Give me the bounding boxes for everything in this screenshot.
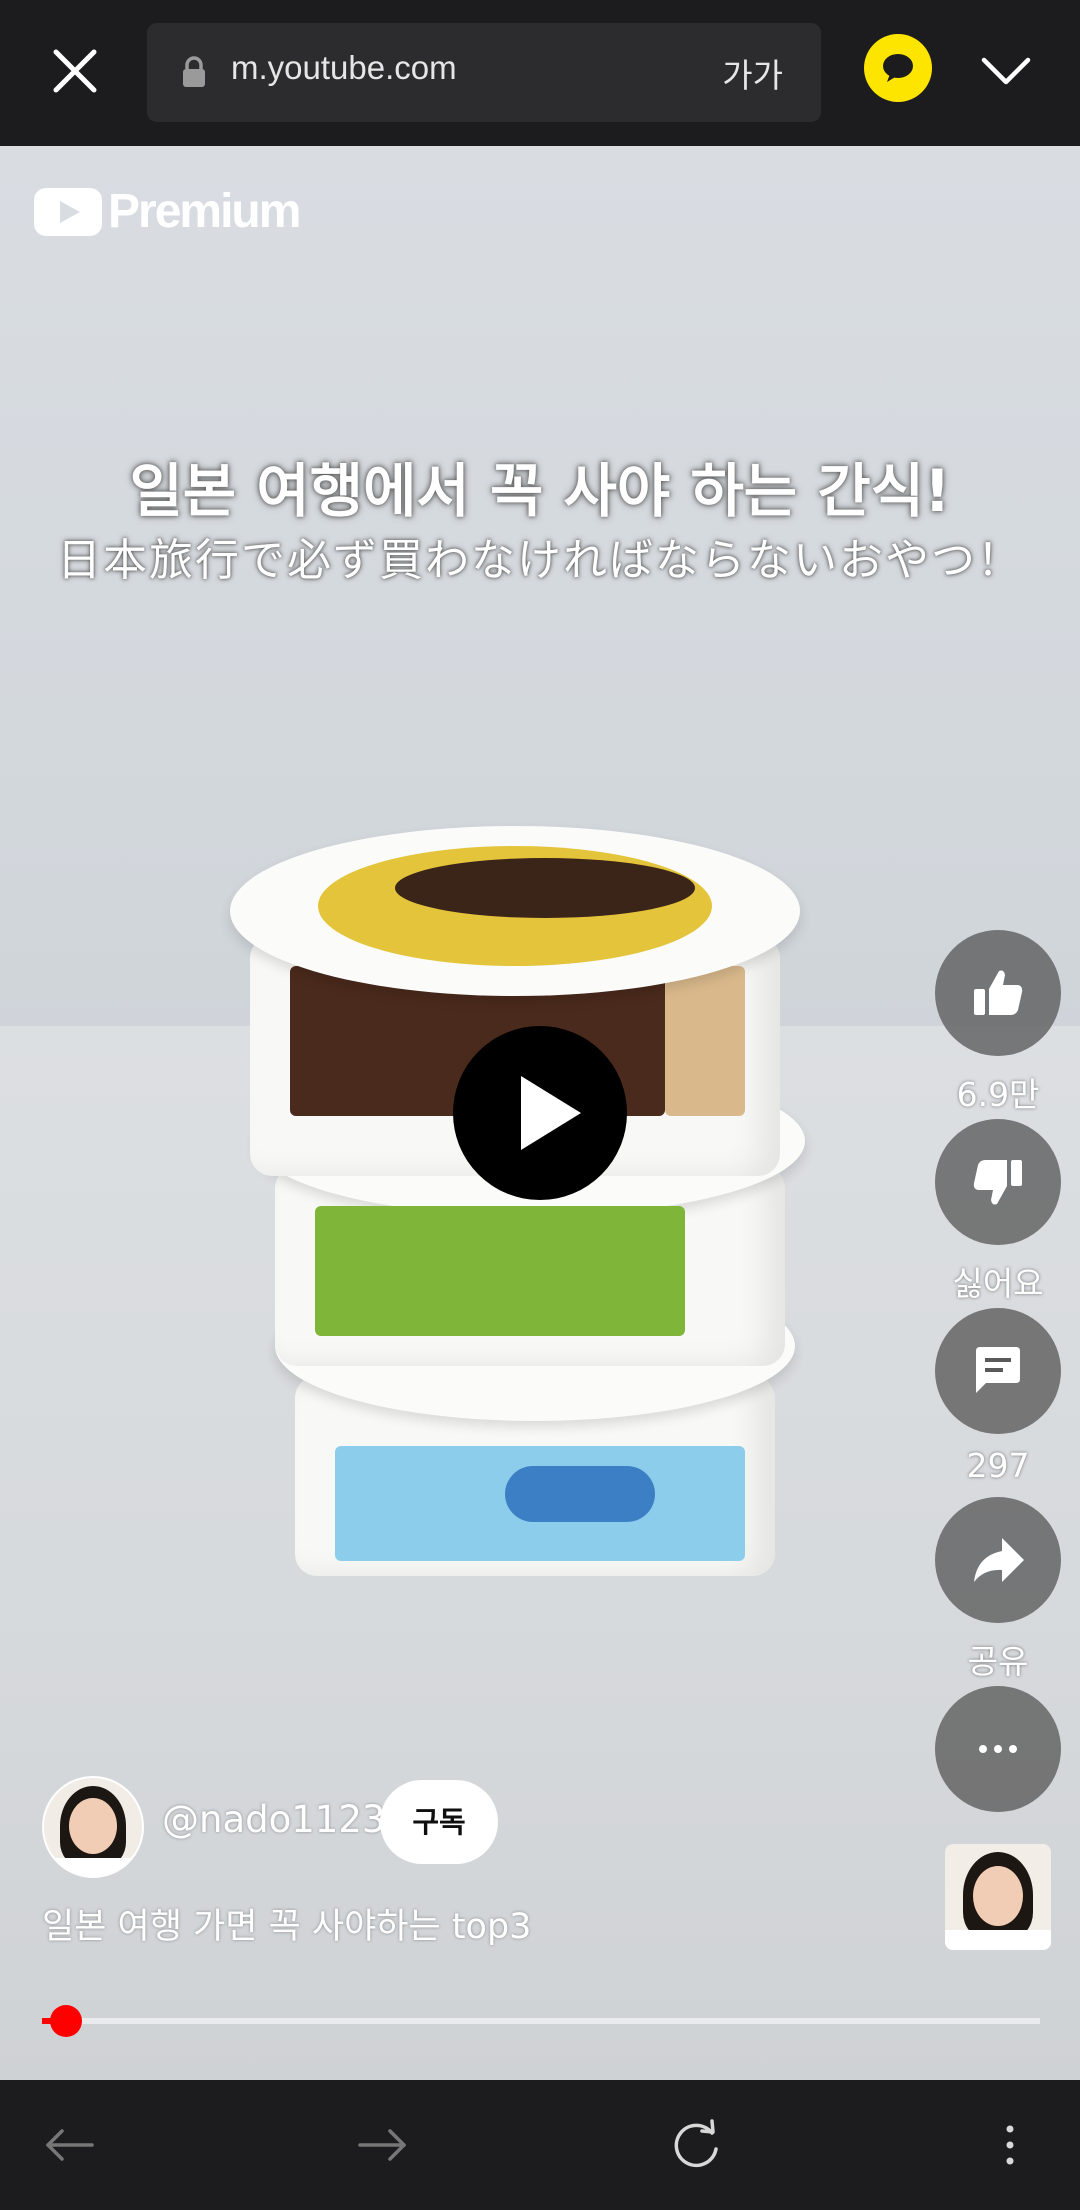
- progress-scrubber[interactable]: [49, 2005, 82, 2037]
- kakao-talk-button[interactable]: [864, 34, 932, 102]
- kakao-talk-icon: [883, 54, 913, 82]
- share-button[interactable]: [935, 1497, 1061, 1623]
- browser-top-bar: m.youtube.com 가가: [0, 0, 1080, 146]
- dislike-button[interactable]: [935, 1119, 1061, 1245]
- caption-japanese: 日本旅行で必ず買わなければならないおやつ！: [57, 535, 1023, 586]
- video-title[interactable]: 일본 여행 가면 꼭 사야하는 top3: [42, 1898, 531, 1949]
- channel-avatar[interactable]: [42, 1776, 144, 1878]
- thumbs-down-icon: [973, 1160, 1022, 1205]
- back-arrow-icon: [46, 2129, 94, 2161]
- youtube-premium-logo: Premium: [34, 184, 301, 239]
- thumbs-up-icon: [974, 970, 1023, 1015]
- comments-button[interactable]: [935, 1308, 1061, 1434]
- like-count: 6.9만: [956, 1075, 1040, 1114]
- browser-bottom-bar: [0, 2080, 1080, 2210]
- share-arrow-icon: [974, 1538, 1024, 1582]
- share-label: 공유: [967, 1642, 1029, 1681]
- more-menu-button[interactable]: [980, 2115, 1040, 2175]
- forward-button[interactable]: [352, 2115, 412, 2175]
- comment-icon: [976, 1347, 1020, 1393]
- more-horizontal-icon: [979, 1745, 1017, 1753]
- play-button[interactable]: [453, 1026, 627, 1200]
- premium-label: Premium: [108, 185, 301, 238]
- lock-icon: [183, 56, 205, 87]
- more-options-button[interactable]: [935, 1686, 1061, 1812]
- comment-count: 297: [966, 1446, 1030, 1485]
- more-vertical-icon: [1006, 2125, 1014, 2165]
- reload-icon: [674, 2119, 718, 2168]
- subscribe-button[interactable]: 구독: [380, 1780, 498, 1864]
- url-text: m.youtube.com: [231, 49, 457, 86]
- progress-bar[interactable]: [42, 2005, 1040, 2037]
- chevron-down-icon: [981, 57, 1031, 85]
- audio-source-thumbnail[interactable]: [945, 1844, 1051, 1950]
- forward-arrow-icon: [358, 2129, 406, 2161]
- back-button[interactable]: [40, 2115, 100, 2175]
- address-bar[interactable]: m.youtube.com 가가: [147, 23, 821, 122]
- menu-expand-button[interactable]: [978, 50, 1034, 90]
- reload-button[interactable]: [666, 2115, 726, 2175]
- font-size-button[interactable]: 가가: [722, 49, 783, 97]
- caption-korean: 일본 여행에서 꼭 사야 하는 간식!: [129, 457, 951, 525]
- dislike-label: 싫어요: [952, 1264, 1044, 1303]
- youtube-play-logo-icon: [34, 187, 102, 236]
- video-player[interactable]: Premium 일본 여행에서 꼭 사야 하는 간식! 日本旅行で必ず買わなけれ…: [0, 146, 1080, 2080]
- close-icon: [53, 49, 97, 93]
- close-button[interactable]: [40, 36, 110, 106]
- channel-handle[interactable]: @nado1123: [162, 1798, 385, 1841]
- like-button[interactable]: [935, 930, 1061, 1056]
